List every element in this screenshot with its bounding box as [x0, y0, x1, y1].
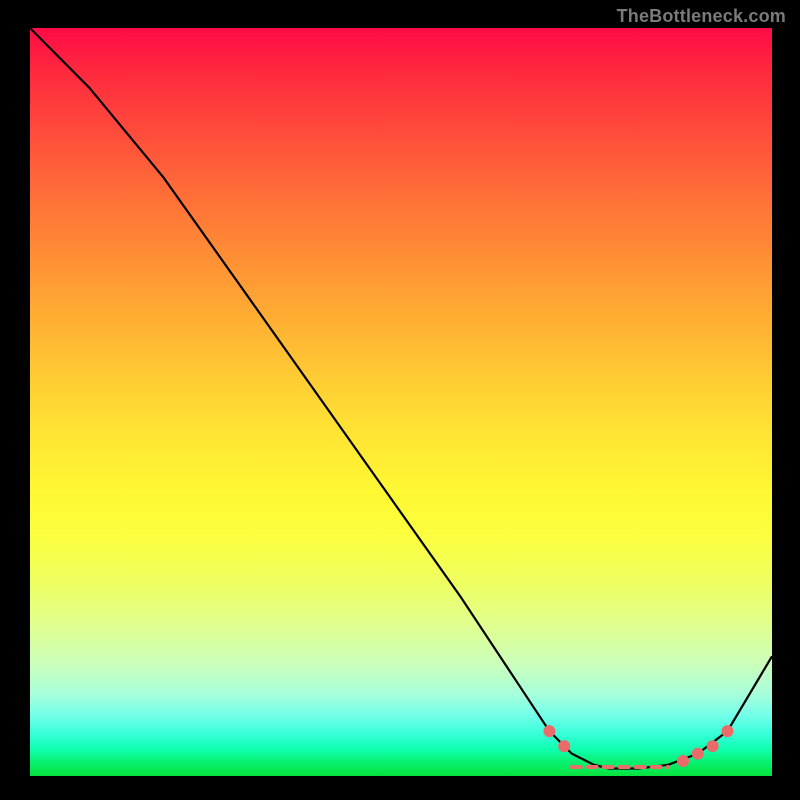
marker-dot — [543, 725, 555, 737]
marker-dot — [707, 740, 719, 752]
marker-dot — [692, 748, 704, 760]
page-root: TheBottleneck.com — [0, 0, 800, 800]
chart-svg — [30, 28, 772, 776]
chart-plot-area — [30, 28, 772, 776]
marker-dot — [722, 725, 734, 737]
series-black-curve — [30, 28, 772, 769]
marker-dot — [558, 740, 570, 752]
marker-dots-group — [543, 725, 733, 767]
marker-dot — [677, 755, 689, 767]
attribution-text: TheBottleneck.com — [617, 6, 786, 27]
